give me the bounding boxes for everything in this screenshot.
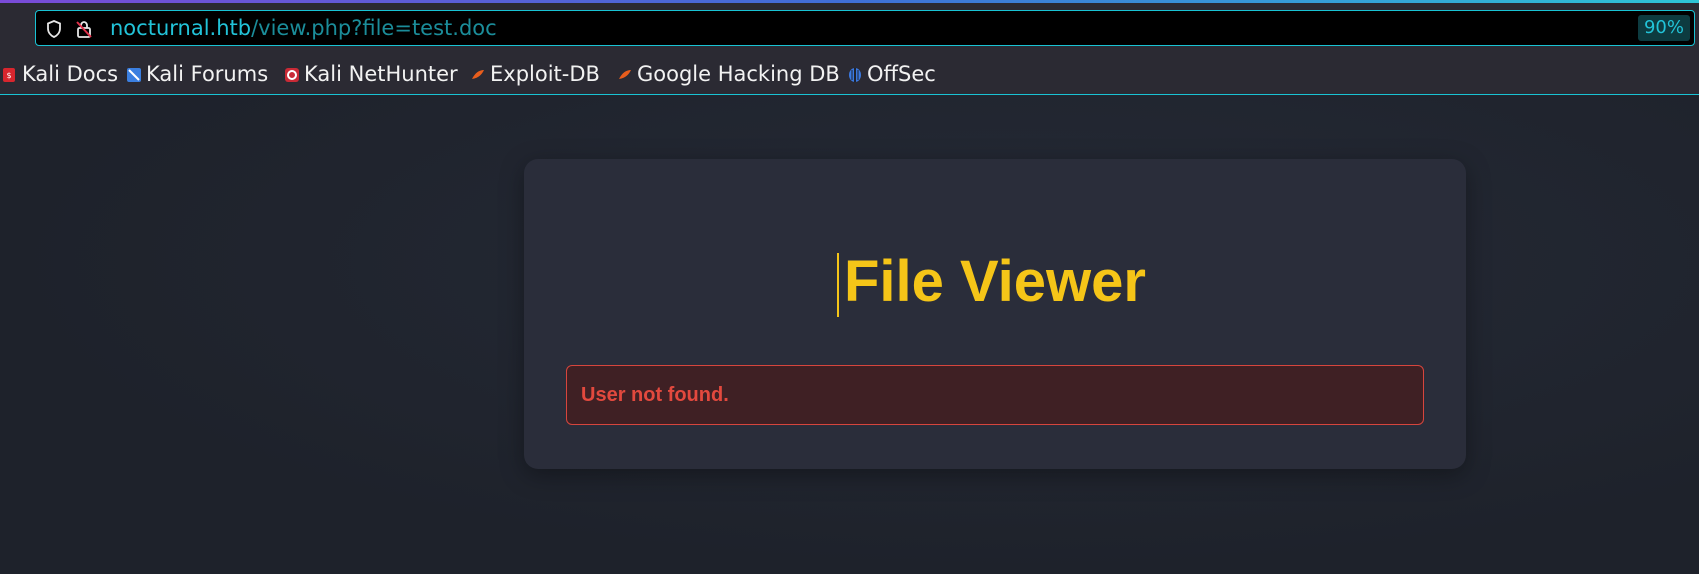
kali-docs-icon: $ [2, 63, 18, 82]
google-hacking-db-icon [617, 63, 633, 79]
bookmark-kali-nethunter[interactable]: Kali NetHunter [284, 61, 458, 87]
url-text[interactable]: nocturnal.htb/view.php?file=test.doc [110, 16, 497, 40]
url-path: /view.php?file=test.doc [251, 16, 497, 40]
bookmark-label: Kali Forums [146, 62, 269, 86]
bookmark-exploit-db[interactable]: Exploit-DB [470, 61, 600, 87]
bookmark-label: OffSec [867, 62, 936, 86]
shield-icon[interactable] [44, 19, 64, 39]
url-bar[interactable]: nocturnal.htb/view.php?file=test.doc 90% [35, 10, 1695, 46]
svg-text:$: $ [6, 71, 11, 80]
page-content: File Viewer User not found. [0, 95, 1699, 574]
error-alert: User not found. [566, 365, 1424, 425]
bookmark-offsec[interactable]: OffSec [847, 61, 936, 87]
bookmark-label: Google Hacking DB [637, 62, 840, 86]
page-title: File Viewer [844, 249, 1146, 314]
error-message: User not found. [581, 384, 729, 406]
kali-forums-icon [126, 63, 142, 82]
bookmark-label: Kali Docs [22, 62, 119, 86]
bookmark-label: Kali NetHunter [304, 62, 458, 86]
offsec-icon [847, 63, 863, 82]
bookmark-kali-forums[interactable]: Kali Forums [126, 61, 268, 87]
bookmarks-toolbar: $ Kali Docs Kali Forums Kali NetHunter E… [0, 55, 1699, 95]
bookmark-kali-docs[interactable]: $ Kali Docs [2, 61, 118, 87]
zoom-level-button[interactable]: 90% [1637, 15, 1690, 41]
browser-navbar: nocturnal.htb/view.php?file=test.doc 90% [0, 3, 1699, 55]
bookmark-google-hacking-db[interactable]: Google Hacking DB [617, 61, 840, 87]
file-viewer-card: File Viewer User not found. [524, 159, 1466, 469]
bookmark-label: Exploit-DB [490, 62, 600, 86]
url-host: nocturnal.htb [110, 16, 252, 40]
exploit-db-icon [470, 63, 486, 79]
kali-nethunter-icon [284, 63, 300, 82]
insecure-lock-icon[interactable] [74, 19, 94, 39]
